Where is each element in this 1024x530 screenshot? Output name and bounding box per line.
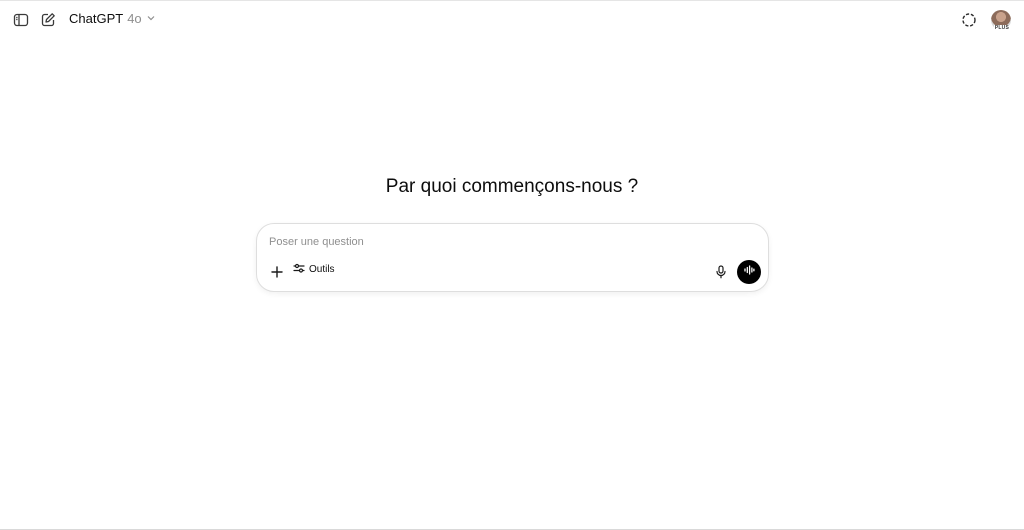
sidebar-toggle-icon [13, 12, 29, 28]
model-version: 4o [127, 11, 142, 26]
model-selector[interactable]: ChatGPT 4o [69, 11, 156, 26]
sliders-icon [293, 262, 305, 277]
dictate-button[interactable] [707, 258, 735, 286]
new-chat-icon [40, 12, 56, 28]
plan-badge: PLUS [993, 25, 1010, 32]
prompt-composer: Outils [256, 223, 769, 292]
page-title: Par quoi commençons-nous ? [385, 176, 639, 197]
prompt-input[interactable] [269, 234, 749, 250]
add-attachment-button[interactable] [263, 258, 291, 286]
new-chat-button[interactable] [34, 6, 62, 34]
tools-button[interactable]: Outils [293, 262, 335, 277]
voice-mode-button[interactable] [737, 260, 761, 284]
tools-label: Outils [309, 264, 335, 275]
temporary-chat-icon [961, 12, 977, 28]
voice-mode-icon [743, 263, 755, 281]
top-bar: ChatGPT 4o PLUS [0, 1, 1024, 41]
model-name: ChatGPT [69, 11, 124, 26]
chatgpt-app: ChatGPT 4o PLUS Par quoi commençons-nous… [0, 0, 1024, 530]
plus-icon [270, 265, 284, 279]
temporary-chat-button[interactable] [955, 6, 983, 34]
chevron-down-icon [146, 11, 156, 26]
microphone-icon [715, 265, 727, 279]
sidebar-toggle-button[interactable] [7, 6, 35, 34]
